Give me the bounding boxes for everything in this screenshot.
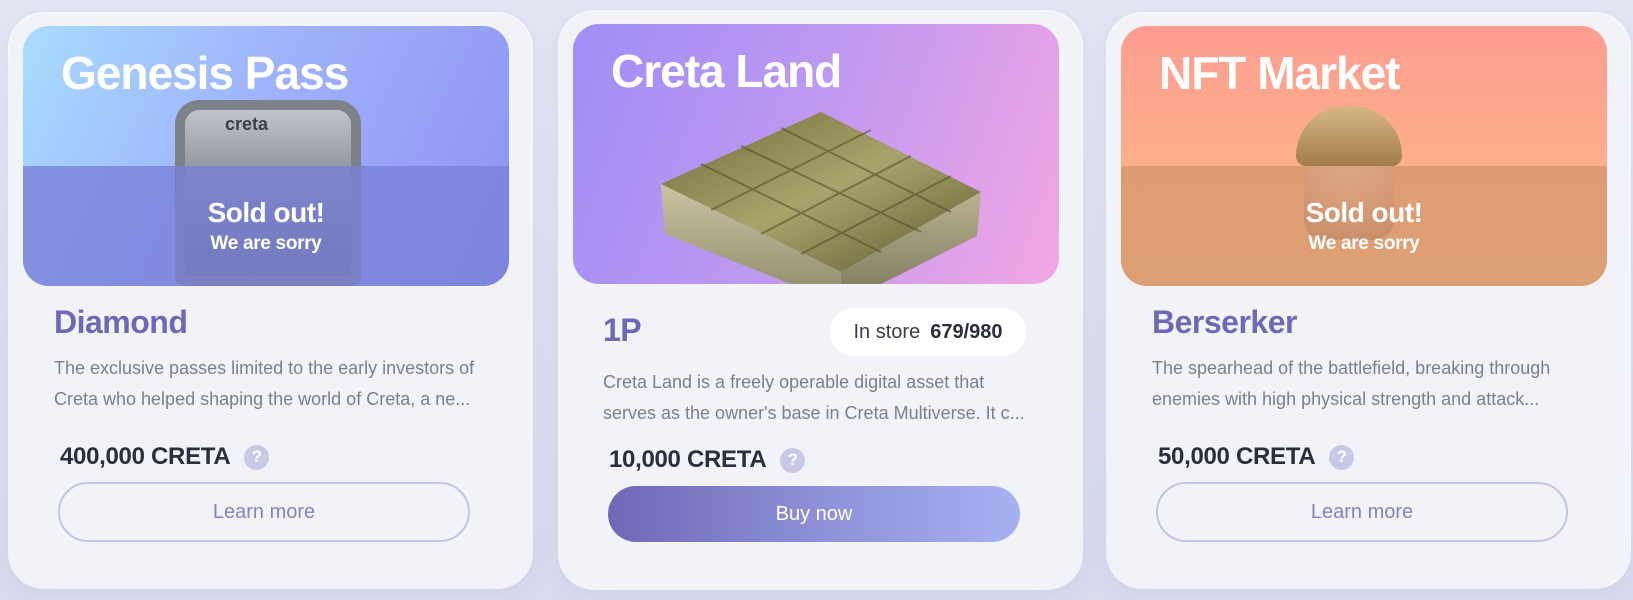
item-name: Diamond xyxy=(54,304,188,340)
help-icon[interactable]: ? xyxy=(1329,444,1355,470)
sold-out-title: Sold out! xyxy=(207,197,325,228)
banner-title: Genesis Pass xyxy=(61,47,349,99)
creta-land-image xyxy=(661,112,981,284)
price-row: 400,000 CRETA ? xyxy=(60,443,270,471)
item-description: The spearhead of the battlefield, breaki… xyxy=(1152,358,1551,409)
price: 50,000 CRETA xyxy=(1158,443,1316,470)
in-store-badge: In store 679/980 xyxy=(830,308,1026,356)
in-store-label: In store xyxy=(853,320,921,343)
help-icon[interactable]: ? xyxy=(780,447,806,473)
card-banner: Creta Land xyxy=(573,24,1059,284)
item-name: Berserker xyxy=(1152,304,1297,340)
price: 400,000 CRETA xyxy=(60,443,231,470)
banner-title: Creta Land xyxy=(611,45,842,97)
card-banner: NFT Market Sold out! We are sorry xyxy=(1121,26,1607,286)
product-card-genesis-pass: Genesis Pass creta Sold out! We are sorr… xyxy=(10,14,531,587)
item-description: Creta Land is a freely operable digital … xyxy=(603,372,1025,423)
sold-out-subtitle: We are sorry xyxy=(1308,233,1420,254)
buy-now-button[interactable]: Buy now xyxy=(608,486,1020,542)
banner-title: NFT Market xyxy=(1159,47,1400,99)
learn-more-button[interactable]: Learn more xyxy=(58,482,470,542)
hero-headpiece xyxy=(1296,106,1402,166)
price-row: 50,000 CRETA ? xyxy=(1158,443,1355,471)
creta-logo: creta xyxy=(225,114,269,134)
item-name: 1P xyxy=(603,312,642,348)
in-store-count: 679/980 xyxy=(930,320,1003,343)
learn-more-button[interactable]: Learn more xyxy=(1156,482,1568,542)
price: 10,000 CRETA xyxy=(609,446,767,473)
sold-out-subtitle: We are sorry xyxy=(210,233,322,254)
product-card-creta-land: Creta Land 1P In store 679/980 Creta Lan… xyxy=(560,12,1081,588)
sold-out-title: Sold out! xyxy=(1305,197,1423,228)
item-description: The exclusive passes limited to the earl… xyxy=(54,358,475,409)
help-icon[interactable]: ? xyxy=(244,444,270,470)
sold-out-overlay: Sold out! We are sorry xyxy=(1121,166,1607,286)
sold-out-overlay: Sold out! We are sorry xyxy=(23,166,509,286)
product-card-nft-market: NFT Market Sold out! We are sorry Berser… xyxy=(1108,14,1629,587)
card-banner: Genesis Pass creta Sold out! We are sorr… xyxy=(23,26,509,286)
price-row: 10,000 CRETA ? xyxy=(609,446,806,474)
